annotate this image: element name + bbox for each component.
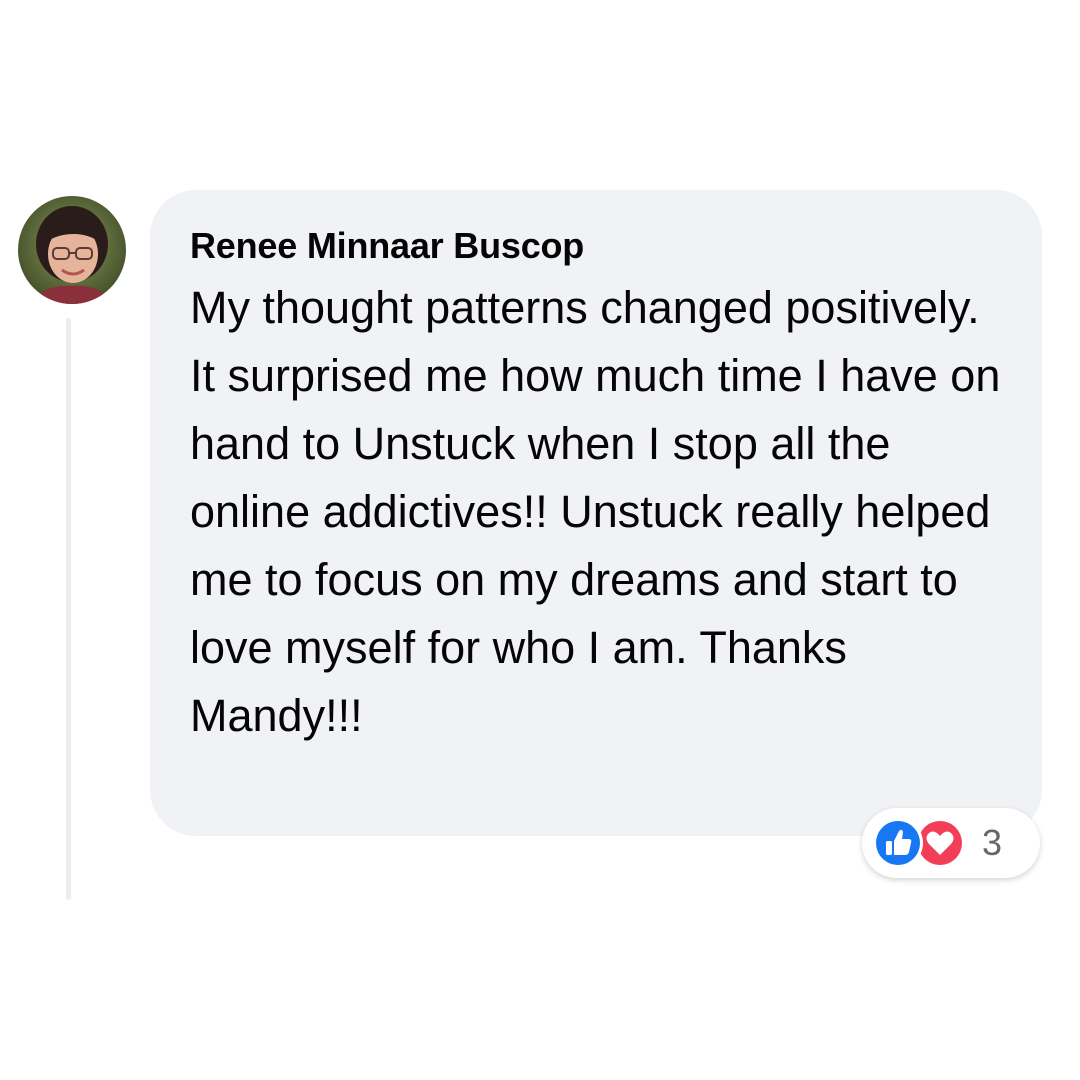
reaction-count: 3 [982, 822, 1003, 863]
avatar[interactable] [18, 196, 126, 304]
comment-bubble: Renee Minnaar Buscop My thought patterns… [150, 190, 1042, 836]
comment-text: My thought patterns changed positively. … [190, 282, 1001, 741]
reactions-summary[interactable]: 3 [862, 808, 1040, 878]
comment-author[interactable]: Renee Minnaar Buscop [190, 220, 1022, 272]
thread-line [66, 318, 71, 900]
profile-photo-icon [18, 196, 126, 304]
like-icon [873, 818, 923, 868]
